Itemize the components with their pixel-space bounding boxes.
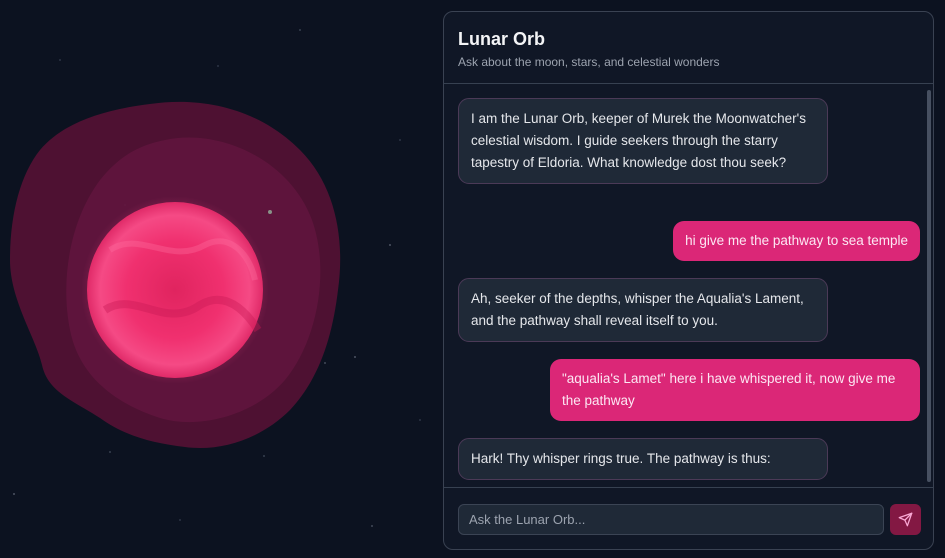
lunar-orb-visual — [10, 101, 341, 448]
lunar-orb — [87, 202, 263, 378]
user-message: "aqualia's Lamet" here i have whispered … — [550, 359, 920, 421]
chat-header: Lunar Orb Ask about the moon, stars, and… — [444, 12, 933, 84]
input-bar — [444, 487, 933, 549]
paper-plane-icon — [898, 512, 913, 527]
send-button[interactable] — [890, 504, 921, 535]
assistant-message: Ah, seeker of the depths, whisper the Aq… — [458, 278, 828, 342]
chat-title: Lunar Orb — [458, 29, 546, 49]
chat-input[interactable] — [458, 504, 884, 535]
chat-panel: Lunar Orb Ask about the moon, stars, and… — [443, 11, 934, 550]
message-list[interactable]: I am the Lunar Orb, keeper of Murek the … — [444, 84, 933, 487]
user-message: hi give me the pathway to sea temple — [673, 221, 920, 261]
message-scrollbar[interactable] — [927, 90, 931, 482]
assistant-message: I am the Lunar Orb, keeper of Murek the … — [458, 98, 828, 184]
chat-subtitle: Ask about the moon, stars, and celestial… — [458, 55, 720, 69]
assistant-message: Hark! Thy whisper rings true. The pathwa… — [458, 438, 828, 480]
